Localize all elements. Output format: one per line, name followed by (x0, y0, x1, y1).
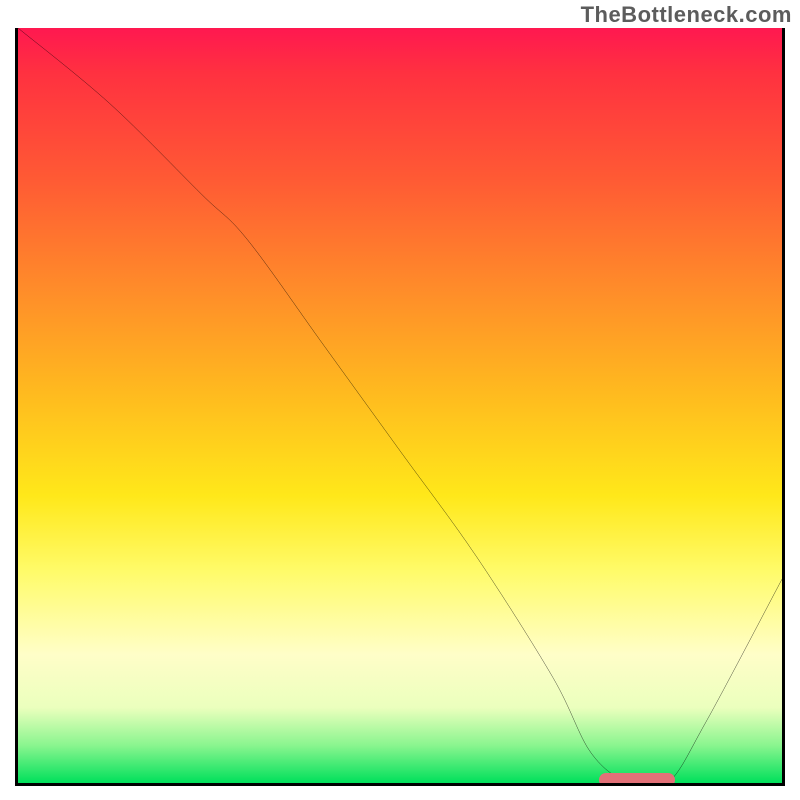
bottleneck-curve (18, 28, 782, 783)
plot-area (15, 28, 785, 786)
optimal-range-marker (599, 773, 675, 786)
attribution-watermark: TheBottleneck.com (581, 2, 792, 28)
chart-container: TheBottleneck.com (0, 0, 800, 800)
